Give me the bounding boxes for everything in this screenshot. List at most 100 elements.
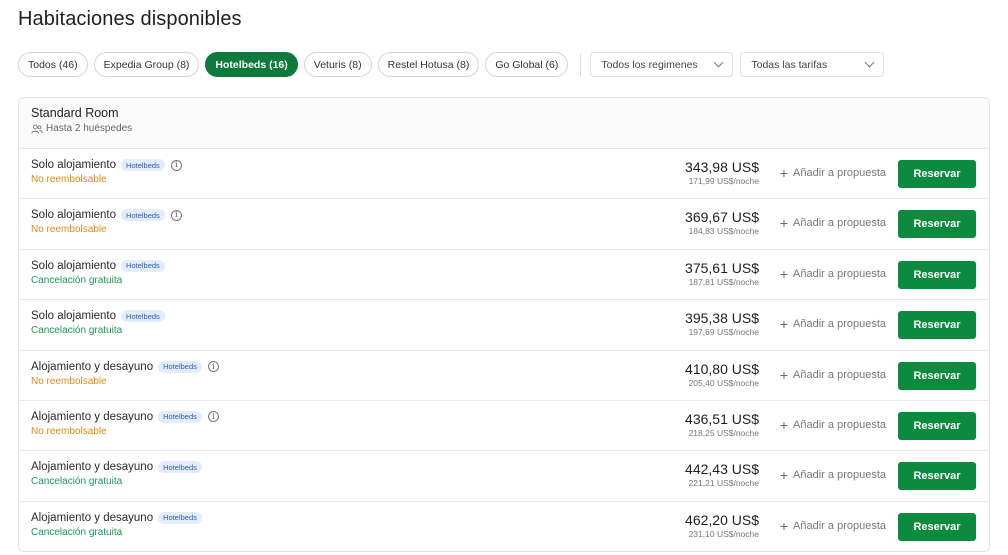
cancellation-policy: No reembolsable — [31, 425, 107, 437]
board-type: Alojamiento y desayuno — [31, 410, 154, 423]
rate-title-line: Solo alojamiento Hotelbeds — [31, 259, 165, 272]
total-price: 375,61 US$ — [685, 259, 759, 276]
reserve-button[interactable]: Reservar — [898, 462, 976, 491]
cancellation-policy: No reembolsable — [31, 224, 107, 236]
room-card: Standard Room Hasta 2 huéspedes Solo alo… — [18, 97, 990, 552]
price-block: 436,51 US$ 218,25 US$/noche — [685, 411, 759, 438]
tarifas-select-value: Todas las tarifas — [751, 58, 828, 71]
price-block: 369,67 US$ 184,83 US$/noche — [685, 209, 759, 236]
board-type: Alojamiento y desayuno — [31, 360, 154, 373]
price-per-night: 171,99 US$/noche — [688, 176, 759, 186]
total-price: 436,51 US$ — [685, 410, 759, 427]
chevron-down-icon — [864, 57, 875, 68]
rate-row: Alojamiento y desayuno Hotelbeds i No reemb… — [19, 401, 989, 452]
reserve-button[interactable]: Reservar — [898, 311, 976, 340]
add-to-proposal-button[interactable]: + Añadir a propuesta — [780, 267, 886, 281]
add-to-proposal-label: Añadir a propuesta — [793, 267, 886, 280]
rate-title-line: Alojamiento y desayuno Hotelbeds i — [31, 410, 219, 423]
provider-filter-chip[interactable]: Veturis (8) — [303, 52, 372, 77]
reserve-button[interactable]: Reservar — [898, 260, 976, 289]
info-icon[interactable]: i — [170, 159, 182, 171]
cancellation-policy: Cancelación gratuita — [31, 476, 123, 488]
rate-title-line: Alojamiento y desayuno Hotelbeds — [31, 461, 202, 474]
plus-icon: + — [779, 165, 789, 181]
provider-filter-chip[interactable]: Go Global (6) — [485, 52, 569, 77]
price-block: 442,43 US$ 221,21 US$/noche — [685, 461, 759, 488]
provider-filter-chip[interactable]: Hotelbeds (16) — [205, 52, 298, 77]
plus-icon: + — [779, 215, 789, 232]
rate-info: Alojamiento y desayuno Hotelbeds Cancelaci… — [31, 461, 202, 487]
total-price: 369,67 US$ — [685, 209, 759, 226]
price-per-night: 184,83 US$/noche — [688, 226, 759, 237]
rate-row: Solo alojamiento Hotelbeds i No reembolsabl… — [19, 199, 989, 250]
regimen-select-value: Todos los regimenes — [601, 58, 698, 71]
provider-badge: Hotelbeds — [158, 461, 202, 474]
add-to-proposal-label: Añadir a propuesta — [793, 418, 886, 431]
reserve-button[interactable]: Reservar — [898, 160, 976, 188]
add-to-proposal-button[interactable]: + Añadir a propuesta — [780, 468, 886, 482]
add-to-proposal-label: Añadir a propuesta — [793, 519, 886, 532]
users-icon — [31, 124, 43, 133]
info-icon[interactable]: i — [207, 411, 219, 423]
add-to-proposal-button[interactable]: + Añadir a propuesta — [780, 368, 886, 382]
board-type: Solo alojamiento — [31, 310, 117, 323]
rate-title-line: Solo alojamiento Hotelbeds i — [31, 159, 182, 171]
reserve-button[interactable]: Reservar — [898, 361, 976, 390]
board-type: Solo alojamiento — [31, 159, 117, 171]
provider-badge: Hotelbeds — [158, 410, 202, 423]
rate-row: Alojamiento y desayuno Hotelbeds i No reemb… — [19, 351, 989, 401]
reserve-button[interactable]: Reservar — [898, 512, 976, 541]
filter-bar: Todos (46) Expedia Group (8) Hotelbeds (16… — [18, 52, 891, 77]
room-name: Standard Room — [31, 106, 119, 120]
regimen-select[interactable]: Todos los regimenes — [590, 52, 734, 77]
filter-divider — [580, 53, 582, 76]
add-to-proposal-button[interactable]: + Añadir a propuesta — [780, 317, 886, 331]
info-icon[interactable]: i — [207, 361, 219, 373]
rate-info: Alojamiento y desayuno Hotelbeds Cancelaci… — [31, 511, 202, 538]
plus-icon: + — [779, 517, 789, 534]
add-to-proposal-button[interactable]: + Añadir a propuesta — [780, 519, 886, 533]
rate-row: Alojamiento y desayuno Hotelbeds Cancelaci… — [19, 502, 989, 551]
board-type: Alojamiento y desayuno — [31, 461, 154, 474]
rate-title-line: Solo alojamiento Hotelbeds — [31, 310, 165, 323]
add-to-proposal-button[interactable]: + Añadir a propuesta — [780, 216, 886, 230]
price-block: 375,61 US$ 187,81 US$/noche — [685, 260, 759, 287]
rate-title-line: Alojamiento y desayuno Hotelbeds — [31, 511, 202, 524]
rate-info: Solo alojamiento Hotelbeds i No reembolsabl… — [31, 209, 182, 235]
board-type: Solo alojamiento — [31, 259, 117, 272]
room-header: Standard Room Hasta 2 huéspedes — [19, 98, 989, 149]
add-to-proposal-button[interactable]: + Añadir a propuesta — [780, 166, 886, 180]
price-per-night: 197,69 US$/noche — [688, 327, 759, 338]
provider-filter-chip[interactable]: Expedia Group (8) — [93, 52, 200, 77]
price-block: 462,20 US$ 231,10 US$/noche — [685, 512, 759, 539]
cancellation-policy: Cancelación gratuita — [31, 274, 123, 286]
provider-filter-chip[interactable]: Restel Hotusa (8) — [377, 52, 480, 77]
info-icon[interactable]: i — [170, 209, 182, 221]
provider-badge: Hotelbeds — [121, 159, 165, 171]
rate-info: Alojamiento y desayuno Hotelbeds i No reemb… — [31, 360, 219, 387]
rate-title-line: Solo alojamiento Hotelbeds i — [31, 209, 182, 222]
reserve-button[interactable]: Reservar — [898, 210, 976, 239]
price-per-night: 218,25 US$/noche — [688, 427, 759, 438]
rate-info: Alojamiento y desayuno Hotelbeds i No reemb… — [31, 410, 219, 437]
rate-title-line: Alojamiento y desayuno Hotelbeds i — [31, 360, 219, 373]
rate-list: Solo alojamiento Hotelbeds i No reembolsabl… — [19, 149, 989, 551]
cancellation-policy: No reembolsable — [31, 375, 107, 387]
tarifas-select[interactable]: Todas las tarifas — [740, 52, 885, 77]
add-to-proposal-label: Añadir a propuesta — [793, 167, 886, 179]
reserve-button[interactable]: Reservar — [898, 411, 976, 440]
provider-badge: Hotelbeds — [121, 310, 165, 323]
total-price: 395,38 US$ — [685, 310, 759, 327]
rate-info: Solo alojamiento Hotelbeds Cancelación gra… — [31, 310, 165, 336]
plus-icon: + — [779, 366, 789, 383]
provider-filter-chip[interactable]: Todos (46) — [18, 52, 88, 77]
rate-row: Solo alojamiento Hotelbeds i No reembolsabl… — [19, 149, 989, 200]
chevron-down-icon — [713, 57, 724, 68]
cancellation-policy: Cancelación gratuita — [31, 526, 123, 538]
board-type: Solo alojamiento — [31, 209, 117, 222]
add-to-proposal-label: Añadir a propuesta — [793, 368, 886, 381]
room-capacity: Hasta 2 huéspedes — [31, 123, 977, 134]
add-to-proposal-button[interactable]: + Añadir a propuesta — [780, 418, 886, 432]
provider-badge: Hotelbeds — [121, 209, 165, 222]
rate-row: Solo alojamiento Hotelbeds Cancelación gra… — [19, 300, 989, 351]
